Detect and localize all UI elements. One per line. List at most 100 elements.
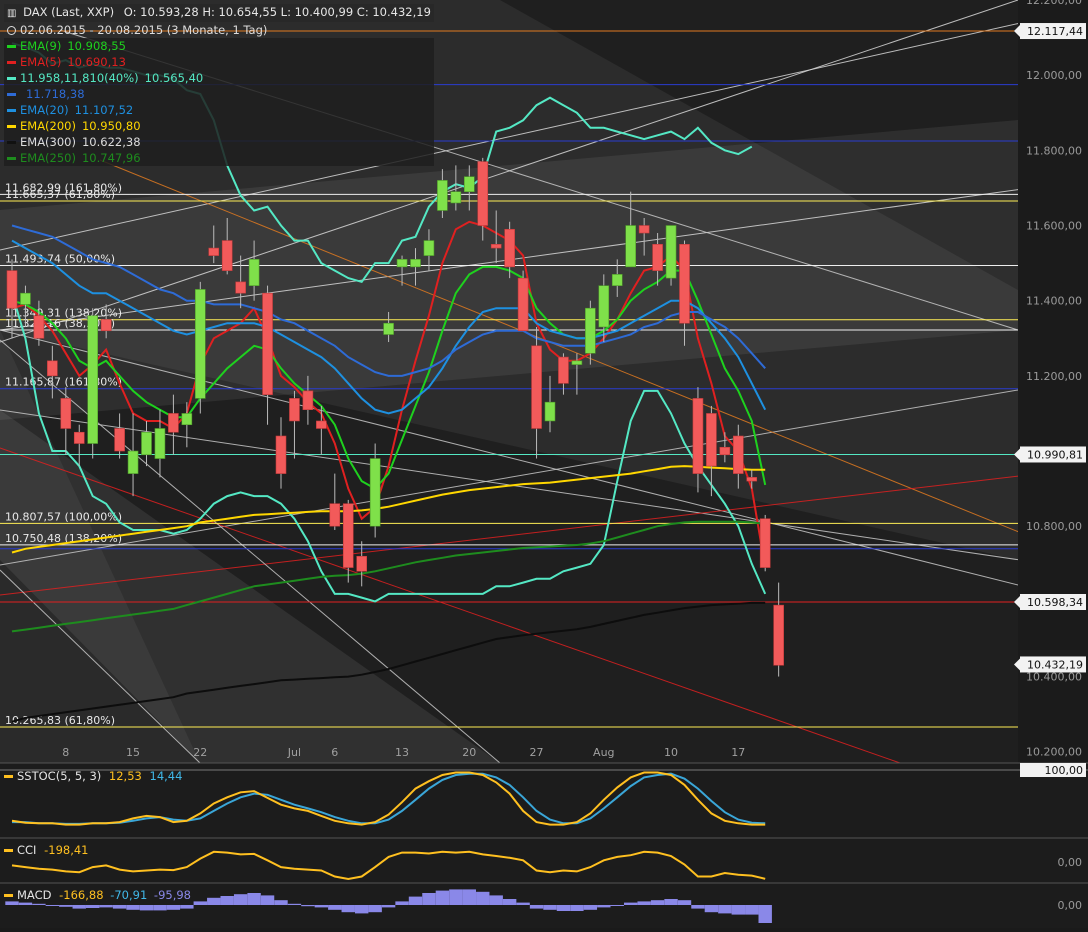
candle-body [275,435,287,474]
candle-body [141,431,152,456]
x-tick-label: 10 [664,746,678,759]
candle-body [652,244,663,271]
candle-body [759,518,771,568]
sstoc-swatch [4,775,13,778]
price-tag-label: 10.432,19 [1027,658,1083,671]
candle-body [558,356,569,384]
level-label: 11.665,37 (61,80%) [5,188,115,201]
macd-bar [381,905,396,908]
macd-bar [516,902,530,905]
candle-body [598,285,610,328]
legend-value: 10.950,80 [81,119,141,133]
candle-body [423,240,435,256]
candle-body [195,289,206,399]
legend-label: EMA(200) [20,119,76,133]
price-tag-label: 10.598,34 [1027,596,1083,609]
candle-body [692,398,704,474]
legend-swatch [7,77,16,80]
candle-body [181,413,193,426]
y-tick-label: 11.800,00 [1026,144,1082,157]
candle-body [47,360,58,377]
x-tick-label: Aug [593,746,614,759]
macd-bar [610,905,624,906]
macd-bar [691,905,705,909]
level-label: 11.165,87 (161,80%) [5,376,122,389]
candle-body [410,259,421,268]
candle-body [706,413,717,467]
x-tick-label: 8 [62,746,69,759]
y-tick-label: 12.000,00 [1026,69,1082,82]
price-tag-label: 12.117,44 [1027,25,1083,38]
x-tick-label: 13 [395,746,409,759]
candle-body [383,322,394,335]
x-tick-label: Jul [287,746,301,759]
clock-icon [7,26,16,35]
macd-bar [529,905,544,909]
cci-zero-label: 0,00 [1058,856,1083,869]
legend-value: 11.107,52 [74,103,134,117]
macd-bar [449,889,463,905]
macd-bar [502,899,517,905]
candle-body [665,225,677,279]
candle-body [87,315,98,444]
macd-bar [314,905,329,908]
candle-body [437,180,448,211]
candle-body [60,398,72,429]
candle-body [369,458,381,527]
legend-item: 11.958,11,810(40%) 10.565,40 [4,70,434,86]
macd-bar [368,905,382,913]
candle-body [114,428,125,452]
legend-swatch [7,157,16,160]
legend-swatch [7,141,16,144]
cci-legend: CCI -198,41 [4,843,89,857]
legend-title-row: ▥ DAX (Last, XXP) O: 10.593,28 H: 10.654… [4,4,434,22]
candle-body [6,270,18,309]
macd-bar [341,905,355,913]
macd-bar [18,902,33,905]
legend-swatch [7,61,16,64]
cci-swatch [4,849,13,852]
main-legend: ▥ DAX (Last, XXP) O: 10.593,28 H: 10.654… [4,4,434,166]
macd-bar [355,905,369,914]
x-tick-label: 17 [731,746,745,759]
legend-label: EMA(9) [20,39,62,53]
macd-bar [435,890,450,905]
legend-swatch [7,109,16,112]
macd-bar [287,903,302,905]
y-tick-label: 12.200,00 [1026,0,1082,7]
candle-body [773,604,784,666]
legend-value: 10.565,40 [144,71,204,85]
legend-label: EMA(300) [20,135,76,149]
macd-bar [45,905,60,906]
candle-body [531,345,542,429]
macd-bar [126,905,140,910]
candle-body [100,319,112,332]
macd-bar [274,900,288,905]
candle-body [356,555,368,572]
macd-zero-label: 0,00 [1058,899,1083,912]
candle-body [571,360,583,365]
macd-bar [476,891,490,905]
candle-body [168,413,179,433]
macd-bar [637,901,651,905]
macd-bar [328,905,342,910]
macd-bar [570,905,584,911]
level-label: 10.265,83 (61,80%) [5,714,115,727]
y-tick-label: 11.600,00 [1026,220,1082,233]
legend-value: 10.747,96 [81,151,141,165]
macd-legend: MACD -166,88 -70,91 -95,98 [4,888,191,902]
macd-signal-value: -70,91 [110,888,148,902]
sstoc-legend: SSTOC(5, 5, 3) 12,53 14,44 [4,769,182,783]
macd-value: -166,88 [59,888,104,902]
y-tick-label: 11.400,00 [1026,295,1082,308]
macd-bar [86,905,100,908]
macd-bar [180,905,194,909]
candle-body [235,281,246,294]
candle-body [329,503,341,527]
legend-label: EMA(250) [20,151,76,165]
macd-bar [233,894,248,905]
x-tick-label: 20 [462,746,476,759]
candle-body [679,244,690,324]
sstoc-k-value: 12,53 [108,769,142,783]
legend-item: EMA(250) 10.747,96 [4,150,434,166]
